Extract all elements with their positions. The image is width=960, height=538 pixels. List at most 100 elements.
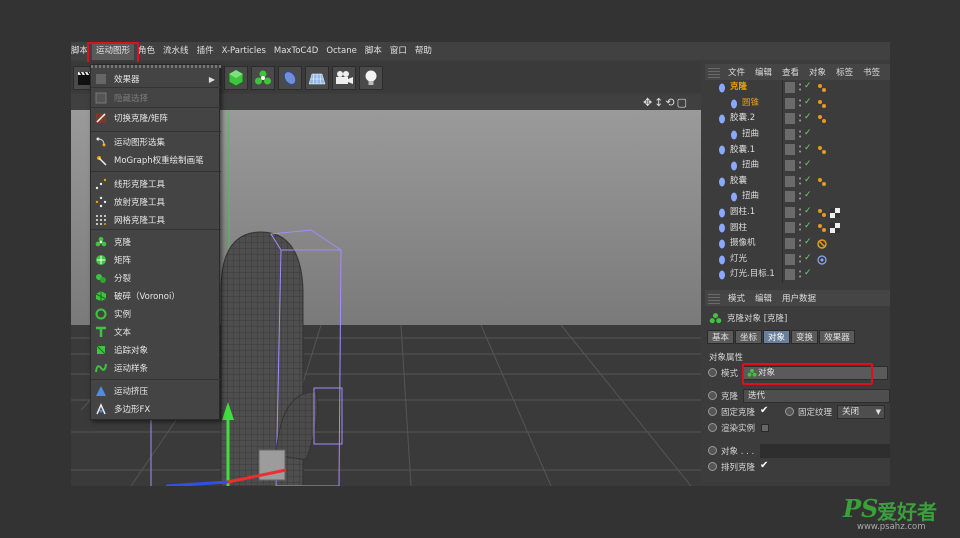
object-name[interactable]: 胶囊.1 bbox=[730, 143, 755, 158]
menu-mograph[interactable]: 运动图形 bbox=[92, 42, 135, 60]
object-name[interactable]: 克隆 bbox=[730, 80, 747, 95]
object-row[interactable]: 克隆 • • ✓ bbox=[705, 80, 890, 96]
menu-script-partial[interactable]: 脚本 bbox=[71, 42, 92, 60]
visibility-dots-icon[interactable]: • • bbox=[798, 238, 802, 250]
menu-octane[interactable]: Octane bbox=[322, 42, 361, 60]
menu-item-matrix[interactable]: 矩阵 bbox=[91, 251, 221, 269]
object-row[interactable]: 扭曲 • • ✓ bbox=[705, 126, 890, 143]
object-row[interactable]: 灯光.目标.1 • • ✓ bbox=[705, 267, 890, 283]
enabled-check-icon[interactable]: ✓ bbox=[804, 237, 812, 247]
menu-item-polyfx[interactable]: 多边形FX bbox=[91, 400, 221, 418]
visibility-dots-icon[interactable]: • • bbox=[798, 144, 802, 156]
phong-tag-icon[interactable] bbox=[817, 223, 827, 233]
menu-item-fracture[interactable]: 分裂 bbox=[91, 269, 221, 287]
visibility-dots-icon[interactable]: • • bbox=[798, 253, 802, 265]
phong-tag-icon[interactable] bbox=[817, 208, 827, 218]
attr-tab-effectors[interactable]: 效果器 bbox=[819, 330, 855, 344]
object-row[interactable]: 胶囊.1 • • ✓ bbox=[705, 142, 890, 158]
enabled-check-icon[interactable]: ✓ bbox=[804, 81, 812, 91]
enabled-check-icon[interactable]: ✓ bbox=[804, 221, 812, 231]
layer-swatch[interactable] bbox=[785, 113, 795, 125]
light-button[interactable] bbox=[359, 66, 383, 90]
fix-clone-radio[interactable] bbox=[708, 407, 717, 416]
fix-texture-dropdown[interactable]: 关闭 ▼ bbox=[837, 405, 885, 419]
visibility-dots-icon[interactable]: • • bbox=[798, 97, 802, 109]
menu-item-linear-clone-tool[interactable]: 线形克隆工具 bbox=[91, 175, 221, 193]
object-row[interactable]: 摄像机 • • ✓ bbox=[705, 236, 890, 252]
enabled-check-icon[interactable]: ✓ bbox=[804, 206, 812, 216]
checker-tag-icon[interactable] bbox=[830, 223, 840, 234]
object-row[interactable]: 胶囊 • • ✓ bbox=[705, 173, 890, 190]
objmgr-menu-tags[interactable]: 标签 bbox=[831, 66, 858, 78]
arrange-clones-radio[interactable] bbox=[708, 462, 717, 471]
mode-radio[interactable] bbox=[708, 368, 717, 377]
visibility-dots-icon[interactable]: • • bbox=[798, 113, 802, 125]
attr-menu-mode[interactable]: 模式 bbox=[723, 292, 750, 304]
deformer-button[interactable] bbox=[278, 66, 302, 90]
menu-help[interactable]: 帮助 bbox=[411, 42, 436, 60]
object-name[interactable]: 圆锥 bbox=[742, 96, 759, 111]
menu-item-effector[interactable]: 效果器 ▶ bbox=[91, 70, 221, 88]
object-name[interactable]: 胶囊 bbox=[730, 174, 747, 189]
enabled-check-icon[interactable]: ✓ bbox=[804, 159, 812, 169]
layer-swatch[interactable] bbox=[785, 82, 795, 93]
object-name[interactable]: 胶囊.2 bbox=[730, 111, 755, 126]
enabled-check-icon[interactable]: ✓ bbox=[804, 128, 812, 138]
object-link-field[interactable] bbox=[760, 444, 890, 458]
menu-item-radial-clone-tool[interactable]: 放射克隆工具 bbox=[91, 193, 221, 211]
viewport-nav-icons[interactable]: ✥↕⟲▢ bbox=[643, 96, 689, 109]
enabled-check-icon[interactable]: ✓ bbox=[804, 143, 812, 153]
menu-window[interactable]: 窗口 bbox=[386, 42, 411, 60]
object-radio[interactable] bbox=[708, 446, 717, 455]
fix-clone-checkbox[interactable]: ✔ bbox=[760, 405, 768, 416]
enabled-check-icon[interactable]: ✓ bbox=[804, 253, 812, 263]
visibility-dots-icon[interactable]: • • bbox=[798, 128, 802, 140]
menu-item-grid-clone-tool[interactable]: 网格克隆工具 bbox=[91, 211, 221, 229]
render-instances-radio[interactable] bbox=[708, 423, 717, 432]
menu-item-mospline[interactable]: 运动样条 bbox=[91, 359, 221, 377]
attr-tab-transform[interactable]: 变换 bbox=[791, 330, 819, 344]
objmgr-menu-object[interactable]: 对象 bbox=[804, 66, 831, 78]
phong-tag-icon[interactable] bbox=[817, 99, 827, 109]
layer-swatch[interactable] bbox=[785, 191, 795, 203]
menu-x-particles[interactable]: X-Particles bbox=[218, 42, 270, 60]
layer-swatch[interactable] bbox=[785, 269, 795, 281]
layer-swatch[interactable] bbox=[785, 144, 795, 156]
mode-dropdown[interactable]: 对象 bbox=[743, 366, 888, 380]
visibility-dots-icon[interactable]: • • bbox=[798, 175, 802, 187]
arrange-clones-checkbox[interactable]: ✔ bbox=[760, 460, 768, 471]
layer-swatch[interactable] bbox=[785, 128, 795, 140]
panel-grip-icon[interactable] bbox=[708, 66, 720, 78]
floor-button[interactable] bbox=[305, 66, 329, 90]
object-name[interactable]: 灯光.目标.1 bbox=[730, 267, 775, 282]
clones-radio[interactable] bbox=[708, 391, 717, 400]
menu-item-cloner[interactable]: 克隆 bbox=[91, 233, 221, 251]
objmgr-menu-view[interactable]: 查看 bbox=[777, 66, 804, 78]
object-name[interactable]: 摄像机 bbox=[730, 236, 756, 251]
attr-menu-edit[interactable]: 编辑 bbox=[750, 292, 777, 304]
object-row[interactable]: 扭曲 • • ✓ bbox=[705, 158, 890, 174]
object-row[interactable]: 圆柱 • • ✓ bbox=[705, 220, 890, 236]
menu-item-moextrude[interactable]: 运动挤压 bbox=[91, 382, 221, 400]
layer-swatch[interactable] bbox=[785, 222, 795, 234]
enabled-check-icon[interactable]: ✓ bbox=[804, 97, 812, 107]
menu-item-instance[interactable]: 实例 bbox=[91, 305, 221, 323]
menu-maxtoc4d[interactable]: MaxToC4D bbox=[270, 42, 322, 60]
object-row[interactable]: 圆锥 • • ✓ bbox=[705, 95, 890, 112]
menu-tearoff[interactable] bbox=[91, 65, 221, 68]
menu-item-text[interactable]: 文本 bbox=[91, 323, 221, 341]
menu-item-tracer[interactable]: 追踪对象 bbox=[91, 341, 221, 359]
object-row[interactable]: 扭曲 • • ✓ bbox=[705, 189, 890, 205]
layer-swatch[interactable] bbox=[785, 253, 795, 265]
object-name[interactable]: 圆柱 bbox=[730, 221, 747, 236]
protect-tag-icon[interactable] bbox=[817, 239, 827, 249]
enabled-check-icon[interactable]: ✓ bbox=[804, 190, 812, 200]
cube-button[interactable] bbox=[224, 66, 248, 90]
visibility-dots-icon[interactable]: • • bbox=[798, 191, 802, 203]
phong-tag-icon[interactable] bbox=[817, 114, 827, 124]
render-instances-checkbox[interactable] bbox=[761, 424, 769, 432]
checker-tag-icon[interactable] bbox=[830, 207, 840, 218]
layer-swatch[interactable] bbox=[785, 175, 795, 187]
object-row[interactable]: 灯光 • • ✓ bbox=[705, 251, 890, 268]
object-name[interactable]: 扭曲 bbox=[742, 127, 759, 142]
